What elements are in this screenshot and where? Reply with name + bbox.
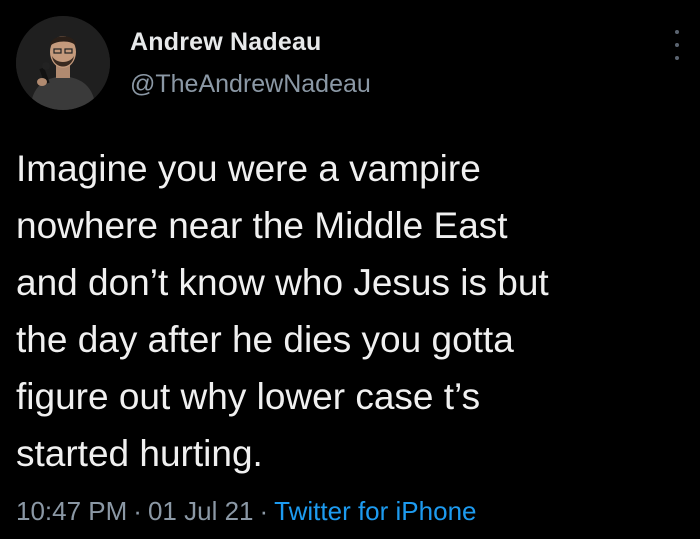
tweet-time[interactable]: 10:47 PM [16, 496, 127, 526]
tweet-text: Imagine you were a vampire nowhere near … [16, 148, 549, 474]
more-dot [675, 56, 679, 60]
more-dot [675, 43, 679, 47]
meta-separator: · [133, 496, 142, 526]
user-handle[interactable]: @TheAndrewNadeau [130, 68, 371, 100]
meta-separator: · [259, 496, 269, 526]
display-name[interactable]: Andrew Nadeau [130, 26, 371, 58]
avatar-photo [16, 16, 110, 110]
tweet-meta: 10:47 PM · 01 Jul 21 · Twitter for iPhone [16, 494, 476, 528]
tweet-card: Andrew Nadeau @TheAndrewNadeau Imagine y… [0, 0, 700, 539]
avatar[interactable] [16, 16, 110, 110]
author-block: Andrew Nadeau @TheAndrewNadeau [130, 26, 371, 100]
tweet-date[interactable]: 01 Jul 21 [148, 496, 254, 526]
more-vertical-icon[interactable] [670, 30, 684, 60]
tweet-source-link[interactable]: Twitter for iPhone [274, 496, 476, 526]
more-dot [675, 30, 679, 34]
